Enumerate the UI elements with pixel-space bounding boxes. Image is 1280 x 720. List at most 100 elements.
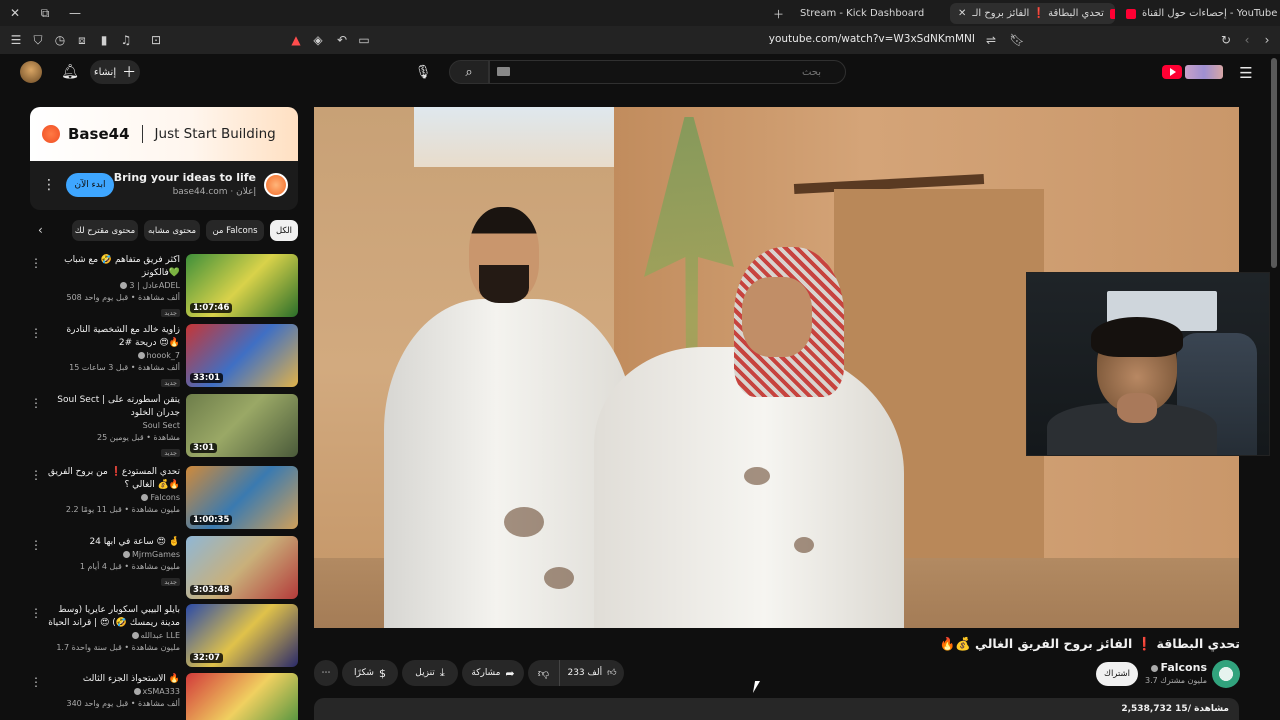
video-title-heading: تحدي البطاقة ❗ الفائز بروح الفريق الغالي…: [939, 636, 1240, 651]
guide-menu-icon[interactable]: ☰: [1236, 63, 1256, 83]
music-icon[interactable]: ♫: [116, 30, 136, 50]
list-item[interactable]: ⋮ تحدي المستودع❗ من بروح الفريق الغالي ؟…: [30, 466, 298, 530]
menu-icon[interactable]: ☰: [6, 30, 26, 50]
more-options-icon[interactable]: ⋮: [30, 468, 42, 482]
list-item[interactable]: ⋮ بايلو البيبي اسكوبار عايريا (وسط مدينة…: [30, 604, 298, 668]
video-thumbnail[interactable]: 3:03:48: [186, 536, 298, 599]
close-window-icon[interactable]: ✕: [0, 0, 30, 26]
back-icon[interactable]: ‹: [1237, 30, 1257, 50]
tab-kick-dashboard[interactable]: ＋ Stream - Kick Dashboard: [765, 3, 945, 24]
search-button[interactable]: ⌕: [449, 60, 489, 84]
chip-similar[interactable]: محتوى مشابه: [144, 220, 200, 241]
subscribe-button[interactable]: اشتراك: [1096, 662, 1138, 686]
channel-name[interactable]: عبدالله LLE: [141, 631, 181, 640]
ad-advertiser-icon[interactable]: [264, 173, 288, 197]
ad-domain: base44.com · إعلان: [172, 187, 256, 197]
duration-badge: 1:07:46: [190, 303, 233, 313]
more-options-icon[interactable]: ⋮: [30, 396, 42, 410]
page-scrollbar[interactable]: [1271, 58, 1277, 268]
description-box[interactable]: 2,538,732 مشاهدة /15: [314, 698, 1239, 720]
list-item[interactable]: ⋮ اكثر فريق متفاهم 🤣 مع شباب فالكونز💚 عا…: [30, 254, 298, 318]
channel-name[interactable]: Falcons: [150, 493, 180, 502]
video-title[interactable]: بايلو البيبي اسكوبار عايريا (وسط مدينة ر…: [46, 604, 180, 630]
more-options-icon[interactable]: ⋮: [30, 256, 42, 270]
new-tab-icon[interactable]: ＋: [773, 6, 784, 22]
related-filter-chips: ‹ محتوى مقترح لك محتوى مشابه من Falcons …: [30, 220, 298, 242]
list-item[interactable]: ⋮ زاوية خالد مع الشخصية النادرة دريحة #2…: [30, 324, 298, 388]
video-thumbnail[interactable]: 1:07:46: [186, 254, 298, 317]
tabs-icon[interactable]: ⧈: [72, 30, 92, 50]
ad-banner[interactable]: Base44 Just Start Building: [30, 107, 298, 161]
download-button[interactable]: تنزيل ⤓: [402, 660, 458, 686]
video-title[interactable]: Soul Sect | يتقن أسطورته على جدران الخلو…: [46, 394, 180, 420]
chip-from-falcons[interactable]: من Falcons: [206, 220, 264, 241]
duration-badge: 3:01: [190, 443, 218, 453]
minimize-window-icon[interactable]: —: [60, 0, 90, 26]
address-bar-url[interactable]: youtube.com/watch?v=W3xSdNKmMNI: [760, 33, 975, 45]
video-thumbnail[interactable]: 32:07: [186, 604, 298, 667]
site-settings-icon[interactable]: ⇌: [981, 30, 1001, 50]
list-item[interactable]: ⋮ 24 ساعة في ابها 😍 🤞 MjrmGames 1 مليون …: [30, 536, 298, 600]
video-thumbnail[interactable]: 3:01: [186, 394, 298, 457]
search-input[interactable]: [489, 60, 846, 84]
notifications-bell-icon[interactable]: 🔔︎: [60, 62, 80, 82]
more-options-icon[interactable]: ⋮: [30, 606, 42, 620]
more-options-icon[interactable]: ⋮: [30, 538, 42, 552]
more-options-icon[interactable]: ⋮: [30, 675, 42, 689]
video-title[interactable]: 24 ساعة في ابها 😍 🤞: [46, 536, 180, 549]
list-item[interactable]: ⋮ الاستحواذ الجزء الثالث 🔥 xSMA333 340 أ…: [30, 673, 298, 720]
video-meta: 1 مليون مشاهدة • قبل 4 أيام: [79, 562, 180, 571]
like-button[interactable]: 233 ألف 👍︎: [560, 668, 624, 678]
forward-icon[interactable]: ›: [1257, 30, 1277, 50]
channel-name[interactable]: Soul Sect: [143, 421, 180, 430]
channel-name-link[interactable]: Falcons: [1144, 661, 1207, 674]
bookmark-icon[interactable]: 🔖︎: [1007, 30, 1027, 50]
reload-icon[interactable]: ↻: [1216, 30, 1236, 50]
youtube-header: 🔔︎ إنشاء ＋ 🎙︎ ⌕ ☰: [0, 54, 1280, 94]
channel-name[interactable]: عادل | 3ADEL: [129, 281, 180, 290]
share-button[interactable]: مشاركة ➦: [462, 660, 524, 686]
channel-name[interactable]: hoook_7: [147, 351, 180, 360]
ad-title[interactable]: Bring your ideas to life: [114, 171, 256, 184]
undo-icon[interactable]: ↶: [332, 30, 352, 50]
channel-name[interactable]: xSMA333: [143, 687, 180, 696]
chip-all[interactable]: الكل: [270, 220, 298, 241]
video-title[interactable]: تحدي المستودع❗ من بروح الفريق الغالي ؟ 💰…: [46, 466, 180, 492]
video-title[interactable]: الاستحواذ الجزء الثالث 🔥: [46, 673, 180, 686]
browser-toolbar: ☰ ⛉ ◷ ⧈ ▮ ♫ ⊡ ▲ ◈ ↶ ▭ youtube.com/watch?…: [0, 26, 1280, 54]
tab-current-video[interactable]: ✕ تحدي البطاقة ❗ الفائز بروح الـ: [950, 3, 1115, 24]
video-thumbnail[interactable]: 33:01: [186, 324, 298, 387]
more-options-icon[interactable]: ⋮: [30, 326, 42, 340]
channel-name[interactable]: MjrmGames: [132, 550, 180, 559]
dislike-button[interactable]: 👎︎: [528, 660, 560, 686]
thanks-button[interactable]: شكرًا $: [342, 660, 398, 686]
voice-search-mic-icon[interactable]: 🎙︎: [412, 60, 434, 84]
video-title[interactable]: زاوية خالد مع الشخصية النادرة دريحة #2 😍…: [46, 324, 180, 350]
pip-icon[interactable]: ▭: [354, 30, 374, 50]
create-button[interactable]: إنشاء ＋: [90, 60, 140, 84]
chip-recommended[interactable]: محتوى مقترح لك: [72, 220, 138, 241]
tab-youtube-studio[interactable]: إحصاءات حول القناة - YouTube Studio: [1118, 3, 1278, 24]
video-title[interactable]: اكثر فريق متفاهم 🤣 مع شباب فالكونز💚: [46, 254, 180, 280]
account-avatar[interactable]: [20, 61, 42, 83]
keyboard-icon[interactable]: [497, 67, 510, 76]
share-icon: ➦: [505, 666, 515, 680]
video-thumbnail[interactable]: 1:00:35: [186, 466, 298, 529]
sponsored-ad-card[interactable]: Base44 Just Start Building ⋮ ابدء الآن B…: [30, 107, 298, 210]
sidebar-icon[interactable]: ▮: [94, 30, 114, 50]
close-tab-icon[interactable]: ✕: [958, 8, 966, 19]
restore-window-icon[interactable]: ⧉: [30, 0, 60, 26]
warning-icon[interactable]: ▲: [286, 30, 306, 50]
youtube-logo[interactable]: [1162, 63, 1226, 81]
channel-avatar[interactable]: [1212, 660, 1240, 688]
more-actions-button[interactable]: ⋯: [314, 660, 338, 686]
screenshot-icon[interactable]: ⊡: [146, 30, 166, 50]
ad-more-options-icon[interactable]: ⋮: [42, 177, 56, 193]
chevron-left-icon[interactable]: ‹: [38, 223, 43, 237]
video-thumbnail[interactable]: [186, 673, 298, 720]
brave-shield-icon[interactable]: ◈: [308, 30, 328, 50]
ad-cta-button[interactable]: ابدء الآن: [66, 173, 114, 197]
list-item[interactable]: ⋮ Soul Sect | يتقن أسطورته على جدران الخ…: [30, 394, 298, 458]
history-icon[interactable]: ◷: [50, 30, 70, 50]
shield-icon[interactable]: ⛉: [28, 30, 48, 50]
